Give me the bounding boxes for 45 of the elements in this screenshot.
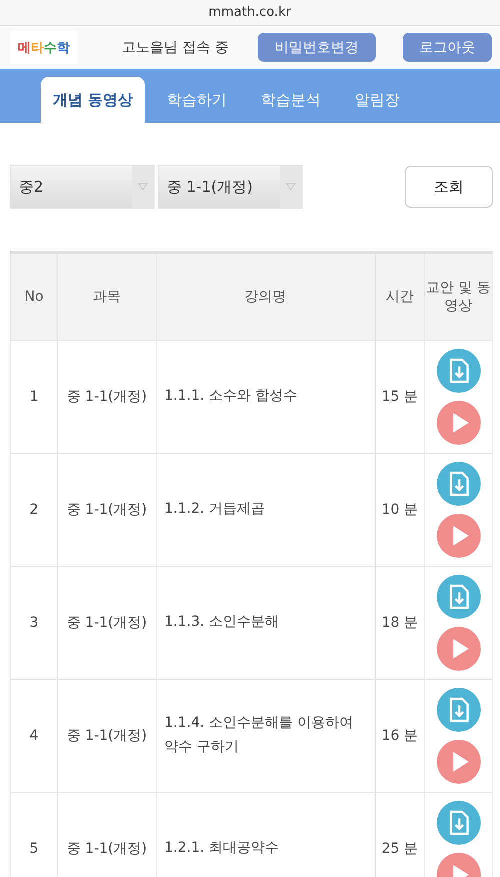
table-cell: 15 분 [375, 340, 425, 454]
nav-tab[interactable]: 개념 동영상 [41, 77, 146, 123]
play-icon[interactable] [436, 401, 481, 445]
table-cell: 18 분 [375, 566, 425, 680]
download-document-icon[interactable] [436, 462, 481, 506]
logout-button[interactable]: 로그아웃 [403, 33, 492, 62]
caret-icon [138, 183, 148, 191]
table-cell: 1.1.3. 소인수분해 [156, 566, 376, 680]
column-header: 강의명 [156, 252, 376, 340]
table-cell: 1.1.2. 거듭제곱 [156, 454, 376, 566]
greeting-text: 고노을님 접속 중 [122, 38, 230, 56]
table-cell: 1.1.4. 소인수분해를 이용하여 약수 구하기 [156, 680, 376, 792]
table-cell: 2 [10, 454, 58, 566]
change-password-button[interactable]: 비밀번호변경 [258, 33, 376, 62]
table-cell: 3 [10, 566, 58, 680]
nav-tab[interactable]: 학습분석 [249, 77, 334, 123]
dropdown[interactable]: 중 1-1(개정) [158, 165, 303, 209]
table-cell: 5 [10, 792, 58, 877]
download-document-icon[interactable] [436, 349, 481, 393]
column-header: 과목 [58, 252, 156, 340]
column-header: 교안 및 동영상 [424, 252, 492, 340]
table-cell: 10 분 [375, 454, 425, 566]
column-header: No [10, 252, 58, 340]
table-cell: 중 1-1(개정) [58, 454, 156, 566]
table-cell: 중 1-1(개정) [58, 340, 156, 454]
column-header: 시간 [375, 252, 425, 340]
play-icon[interactable] [436, 514, 481, 558]
address-text[interactable]: mmath.co.kr [208, 5, 292, 20]
table-cell: 1.1.1. 소수와 합성수 [156, 340, 376, 454]
caret-icon [286, 183, 296, 191]
play-icon[interactable] [436, 740, 481, 784]
logo[interactable]: 메타수학 [10, 31, 78, 64]
download-document-icon[interactable] [436, 801, 481, 845]
nav-tab[interactable]: 알림장 [343, 77, 412, 123]
nav-tab[interactable]: 학습하기 [155, 77, 240, 123]
download-document-icon[interactable] [436, 575, 481, 619]
search-button[interactable]: 조회 [405, 166, 493, 208]
table-cell: 4 [10, 680, 58, 792]
table-cell: 중 1-1(개정) [58, 566, 156, 680]
table-cell: 중 1-1(개정) [58, 680, 156, 792]
table-cell: 1 [10, 340, 58, 454]
table-cell: 16 분 [375, 680, 425, 792]
download-document-icon[interactable] [436, 688, 481, 732]
play-icon[interactable] [436, 627, 481, 671]
dropdown[interactable]: 중2 [10, 165, 155, 209]
